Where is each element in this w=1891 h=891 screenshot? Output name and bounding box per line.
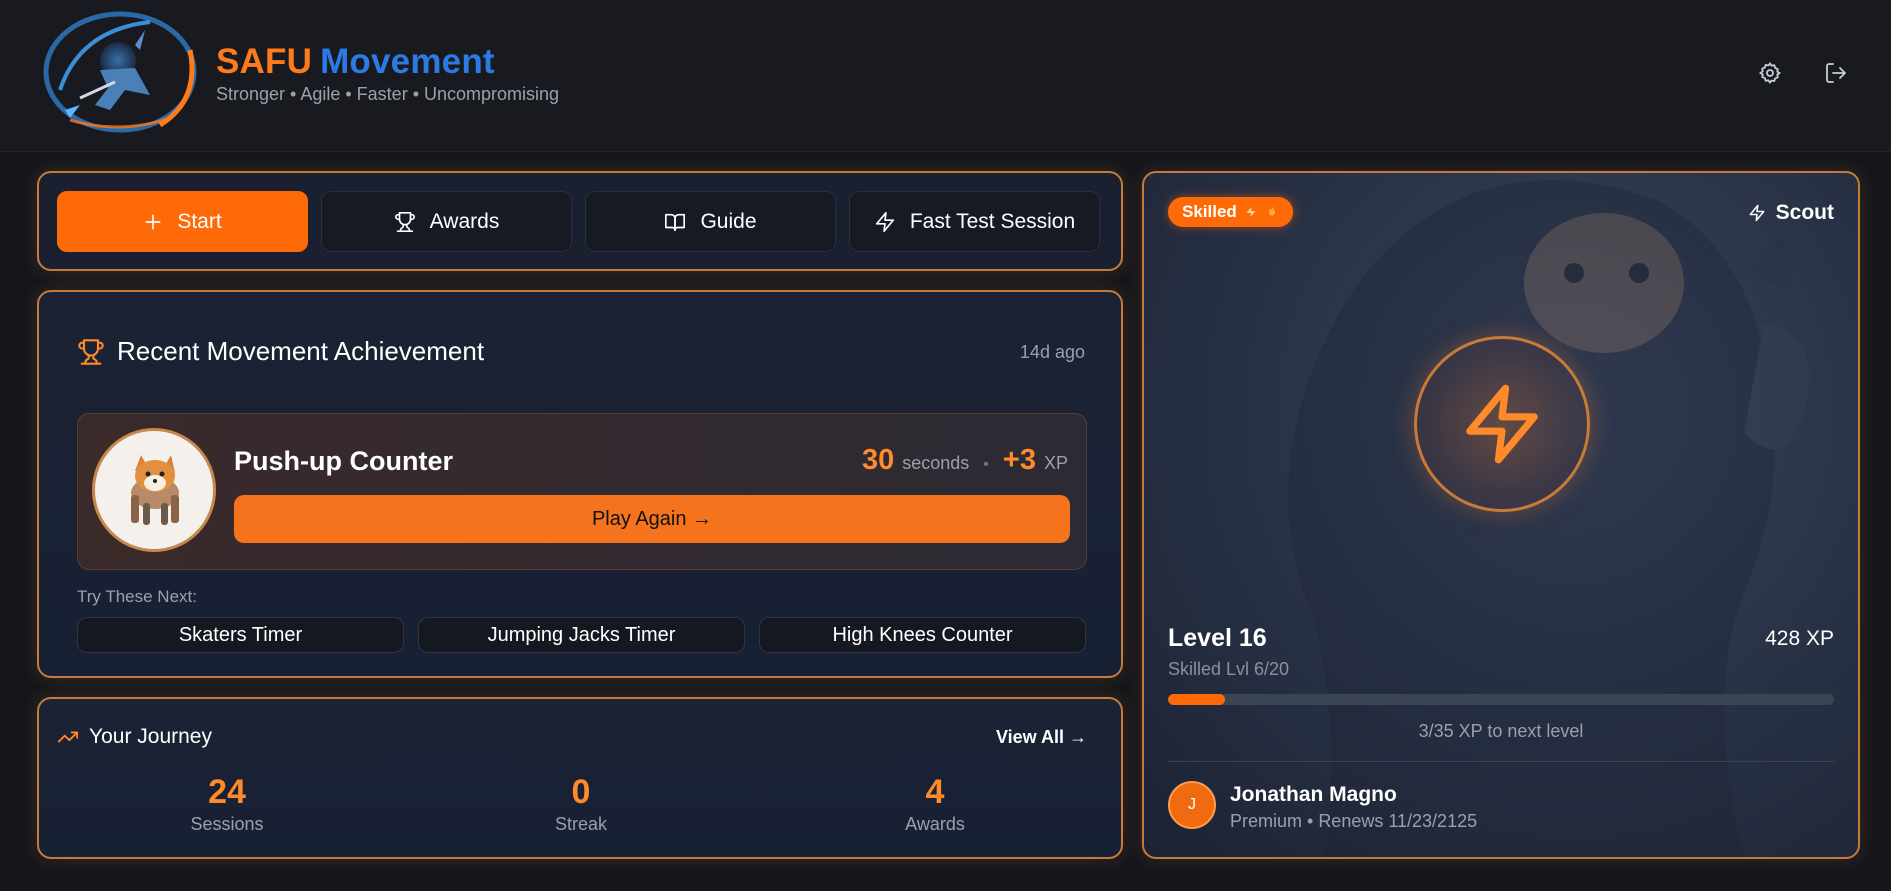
xp-total: 428 XP: [1765, 627, 1834, 650]
rank-name: Scout: [1775, 201, 1834, 224]
dashboard-page: SAFU Movement Stronger • Agile • Faster •…: [0, 0, 1891, 891]
logo-icon: [43, 11, 197, 133]
journey-title: Your Journey: [89, 725, 212, 748]
bolt-icon: [1466, 384, 1538, 464]
achievement-card: Push-up Counter 30 seconds • +3 XP Play …: [77, 413, 1087, 570]
try-next-label: Try These Next:: [77, 587, 197, 606]
gear-icon: [1758, 62, 1782, 84]
app-header: SAFU Movement Stronger • Agile • Faster •…: [0, 0, 1891, 152]
divider: [1168, 761, 1834, 762]
bolt-icon: [1749, 204, 1765, 222]
journey-header: Your Journey: [57, 725, 212, 749]
stat-streak: 0 Streak: [481, 773, 681, 835]
recent-achievement-panel: Recent Movement Achievement 14d ago Push…: [37, 290, 1123, 678]
exercise-name: Push-up Counter: [234, 446, 453, 476]
stat-label: Awards: [905, 814, 965, 834]
level-title: Level 16: [1168, 624, 1267, 652]
exercise-unit: seconds: [902, 453, 970, 473]
exercise-avatar: [92, 428, 216, 552]
settings-button[interactable]: [1755, 58, 1785, 88]
exercise-stats: 30 seconds • +3 XP: [862, 444, 1068, 477]
bolt-icon: [875, 211, 894, 232]
awards-button[interactable]: Awards: [321, 191, 572, 252]
stat-label: Sessions: [190, 814, 264, 834]
trophy-icon: [394, 211, 415, 232]
fox-mascot-icon: [131, 455, 179, 525]
achievement-title: Recent Movement Achievement: [117, 336, 485, 366]
achievement-header: Recent Movement Achievement: [77, 336, 484, 367]
stat-value: 24: [208, 773, 246, 811]
xp-progress-bar: [1168, 694, 1834, 705]
stat-value: 0: [571, 773, 591, 811]
hero-background-image: [1288, 180, 1809, 857]
trending-up-icon: [57, 731, 79, 743]
xp-gained: +3: [1002, 444, 1036, 476]
try-next-jumping-jacks-timer[interactable]: Jumping Jacks Timer: [418, 617, 745, 653]
fast-test-session-button[interactable]: Fast Test Session: [849, 191, 1100, 252]
avatar[interactable]: J: [1168, 781, 1216, 829]
user-name: Jonathan Magno: [1230, 783, 1397, 806]
guide-button-label: Guide: [700, 209, 757, 233]
start-button-label: Start: [177, 209, 222, 233]
rank-label: Scout: [1748, 201, 1834, 225]
brand-title: SAFU Movement: [216, 42, 559, 82]
level-orb: [1414, 336, 1590, 512]
brand-title-part1: SAFU: [216, 42, 313, 81]
xp-progress-text: 3/35 XP to next level: [1418, 721, 1584, 741]
view-all-link[interactable]: View All →: [996, 727, 1087, 748]
achievement-time: 14d ago: [1019, 342, 1085, 362]
play-again-button[interactable]: Play Again →: [234, 495, 1070, 543]
bolt-icon: [1246, 207, 1256, 217]
brand: SAFU Movement Stronger • Agile • Faster •…: [216, 42, 559, 105]
brand-tagline: Stronger • Agile • Faster • Uncompromisi…: [216, 84, 560, 104]
profile-card: Skilled Scout Level 16 428 XP Skilled Lv…: [1142, 171, 1860, 859]
try-next-high-knees-counter[interactable]: High Knees Counter: [759, 617, 1086, 653]
xp-progress-fill: [1168, 694, 1226, 705]
guide-button[interactable]: Guide: [585, 191, 836, 252]
user-plan: Premium • Renews 11/23/2125: [1230, 811, 1478, 831]
xp-unit: XP: [1043, 453, 1068, 473]
book-icon: [665, 213, 686, 231]
exercise-value: 30: [861, 444, 895, 476]
fire-icon: [1268, 206, 1275, 216]
sub-level: Skilled Lvl 6/20: [1168, 659, 1290, 679]
awards-button-label: Awards: [429, 209, 500, 233]
stat-label: Streak: [554, 814, 608, 834]
trophy-icon: [78, 338, 104, 365]
stat-value: 4: [925, 773, 945, 811]
stat-sessions: 24 Sessions: [127, 773, 327, 835]
logout-icon: [1826, 63, 1846, 83]
logout-button[interactable]: [1821, 58, 1851, 88]
journey-panel: Your Journey View All → 24 Sessions 0 St…: [37, 697, 1123, 859]
skill-badge: Skilled: [1168, 197, 1293, 227]
plus-icon: [145, 214, 161, 229]
try-next-skaters-timer[interactable]: Skaters Timer: [77, 617, 404, 653]
stat-awards: 4 Awards: [835, 773, 1035, 835]
separator-dot: •: [983, 456, 989, 473]
action-bar: Start Awards Guide Fast Test Session: [37, 171, 1123, 271]
skill-badge-label: Skilled: [1182, 202, 1237, 221]
start-button[interactable]: Start: [57, 191, 308, 252]
brand-title-part2: Movement: [320, 42, 495, 81]
fast-test-session-label: Fast Test Session: [909, 209, 1076, 233]
